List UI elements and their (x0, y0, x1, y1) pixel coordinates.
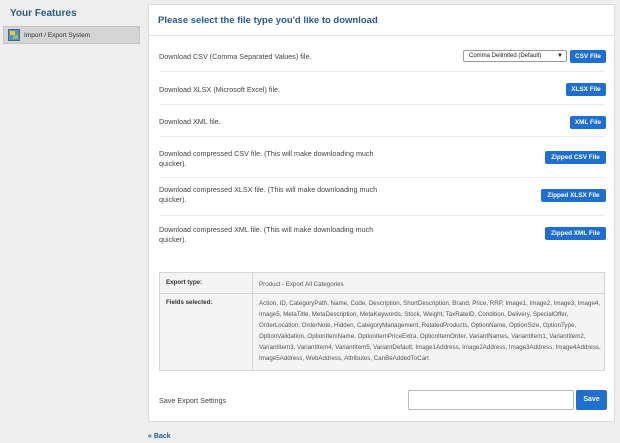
zipped-xlsx-file-button[interactable]: Zipped XLSX File (541, 189, 606, 202)
row-divider (159, 177, 604, 178)
import-export-icon (8, 29, 20, 41)
zipped-xlsx-row-label: Download compressed XLSX file. (This wil… (159, 185, 378, 204)
fields-selected-label: Fields selected: (166, 299, 213, 306)
export-type-label: Export type: (166, 279, 203, 286)
sidebar: Your Features Import / Export System (0, 0, 140, 443)
csv-file-button[interactable]: CSV File (570, 50, 606, 63)
row-divider (159, 71, 604, 72)
save-settings-label: Save Export Settings (159, 396, 227, 405)
title-divider (149, 35, 614, 36)
save-button[interactable]: Save (576, 390, 607, 410)
sidebar-title: Your Features (10, 8, 77, 19)
export-summary-table: Export type: Product - Export All Catego… (159, 272, 605, 371)
export-panel: Please select the file type you'd like t… (148, 4, 615, 422)
zipped-xml-row-label: Download compressed XML file. (This will… (159, 225, 374, 244)
xml-file-button[interactable]: XML File (570, 116, 606, 129)
zipped-csv-file-button[interactable]: Zipped CSV File (545, 151, 606, 164)
triangle-down-icon: ▼ (557, 53, 563, 59)
xml-row-label: Download XML file. (159, 117, 221, 126)
sidebar-item-label: Import / Export System (24, 31, 91, 39)
csv-row-label: Download CSV (Comma Separated Values) fi… (159, 52, 312, 61)
back-link[interactable]: « Back (148, 433, 171, 440)
page-title: Please select the file type you'd like t… (158, 15, 378, 26)
export-type-value: Product - Export All Categories (259, 281, 344, 288)
summary-column-divider (252, 273, 253, 370)
sidebar-item-import-export[interactable]: Import / Export System (3, 26, 140, 44)
row-divider (159, 215, 604, 216)
csv-delimiter-value: Comma Delimited (Default) (469, 53, 542, 59)
zipped-xml-file-button[interactable]: Zipped XML File (545, 227, 606, 240)
summary-row-divider (160, 293, 604, 294)
row-divider (159, 104, 604, 105)
save-settings-input[interactable] (408, 390, 574, 410)
xlsx-row-label: Download XLSX (Microsoft Excel) file. (159, 85, 281, 94)
fields-selected-value: Action, ID, CategoryPath, Name, Code, De… (259, 300, 601, 362)
xlsx-file-button[interactable]: XLSX File (566, 83, 606, 96)
row-divider (159, 136, 604, 137)
zipped-csv-row-label: Download compressed CSV file. (This will… (159, 149, 374, 168)
csv-delimiter-select[interactable]: Comma Delimited (Default) ▼ (463, 50, 567, 62)
